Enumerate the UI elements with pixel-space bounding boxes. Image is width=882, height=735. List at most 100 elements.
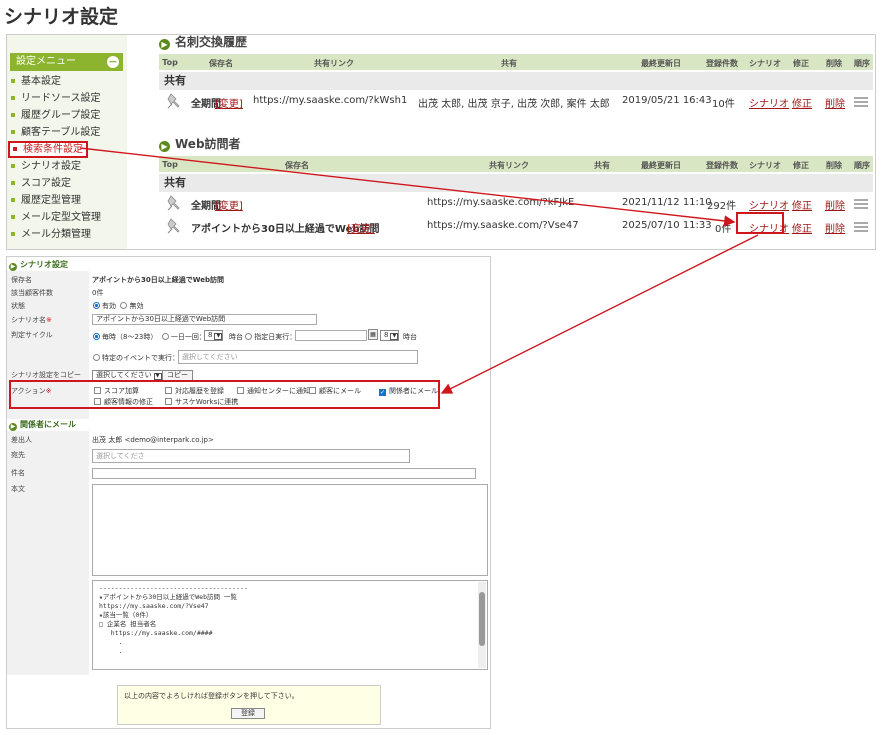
arrow-circle-icon: ▶ — [159, 141, 170, 152]
cycle-hourly-radio[interactable] — [93, 333, 100, 340]
settings-sidebar: 設定メニュー − 基本設定 リードソース設定 履歴グループ設定 顧客テーブル設定… — [7, 35, 127, 249]
sidebar-item-scenario[interactable]: シナリオ設定 — [11, 160, 81, 174]
settings-menu-header-label: 設定メニュー — [16, 56, 76, 67]
web-visitors-group: 共有 — [159, 174, 873, 192]
edit-link[interactable]: 修正 — [792, 220, 812, 235]
to-label: 宛先 — [11, 451, 25, 459]
from-label: 差出人 — [11, 436, 32, 444]
updated-date: 2019/05/21 16:43 — [622, 95, 712, 106]
checkbox-checked-icon[interactable]: ✓ — [379, 389, 386, 396]
pin-icon[interactable] — [167, 218, 181, 234]
scenario-link[interactable]: シナリオ — [749, 95, 789, 110]
scrollbar-thumb[interactable] — [479, 592, 485, 646]
bullet-icon — [11, 181, 15, 185]
pin-icon[interactable] — [167, 195, 181, 211]
card-history-header: Top 保存名 共有リンク 共有 最終更新日 登録件数 シナリオ 修正 削除 順… — [159, 54, 873, 70]
bullet-icon — [11, 198, 15, 202]
event-select-input[interactable]: 選択してください — [178, 350, 418, 364]
sidebar-item-search-conditions[interactable]: 検索条件設定 — [8, 141, 88, 158]
cycle-specified-radio[interactable] — [245, 333, 253, 340]
calendar-icon[interactable]: ▦ — [368, 329, 378, 340]
subject-label: 件名 — [11, 469, 25, 477]
body-label: 本文 — [11, 485, 25, 493]
share-link[interactable]: https://my.saaske.com/?kFJkE — [427, 197, 574, 208]
drag-handle-icon[interactable] — [854, 222, 868, 232]
arrow-circle-icon: ▶ — [9, 263, 17, 271]
sidebar-item-mail-category[interactable]: メール分類管理 — [11, 228, 91, 242]
checkbox[interactable] — [94, 398, 101, 405]
bullet-icon — [11, 164, 15, 168]
pin-icon[interactable] — [167, 93, 181, 109]
scenario-name-input[interactable]: アポイントから30日以上経過でWeb訪問 — [92, 314, 317, 325]
preview-scrollbar[interactable] — [478, 582, 486, 668]
change-link[interactable]: [変更] — [215, 197, 243, 212]
checkbox[interactable] — [94, 387, 101, 394]
table-row: 全期間 [変更] https://my.saaske.com/?kFJkE 20… — [159, 192, 873, 214]
share-link[interactable]: https://my.saaske.com/?Vse47 — [427, 220, 579, 231]
mail-section-title: ▶ 関係者にメール — [9, 420, 76, 431]
checkbox[interactable] — [309, 387, 316, 394]
edit-link[interactable]: 修正 — [792, 95, 812, 110]
action-option[interactable]: 顧客情報の修正 — [94, 397, 153, 407]
chevron-down-icon: ▼ — [390, 333, 399, 340]
sidebar-item-score[interactable]: スコア設定 — [11, 177, 71, 191]
status-active-radio[interactable] — [93, 302, 100, 309]
action-option-checked[interactable]: ✓ 関係者にメール — [379, 386, 438, 396]
updated-date: 2021/11/12 11:10 — [622, 197, 712, 208]
chevron-down-icon: ▼ — [214, 333, 223, 340]
sidebar-item-mail-template[interactable]: メール定型文管理 — [11, 211, 101, 225]
status-options: 有効 無効 — [93, 301, 143, 311]
sidebar-item-basic-settings[interactable]: 基本設定 — [11, 75, 61, 89]
body-textarea[interactable] — [92, 484, 488, 576]
page-title: シナリオ設定 — [4, 6, 119, 28]
status-inactive-radio[interactable] — [120, 302, 128, 309]
collapse-icon[interactable]: − — [107, 56, 119, 68]
bullet-icon — [11, 79, 15, 83]
checkbox[interactable] — [165, 398, 172, 405]
bullet-icon — [11, 215, 15, 219]
drag-handle-icon[interactable] — [854, 97, 868, 107]
change-link[interactable]: [変更] — [347, 220, 375, 235]
cycle-event-option: 特定のイベントで実行： — [93, 353, 179, 363]
cycle-options: 毎時（8〜23時） 一日一回： — [93, 332, 206, 342]
settings-menu-header[interactable]: 設定メニュー − — [10, 53, 123, 71]
edit-link[interactable]: 修正 — [792, 197, 812, 212]
to-input[interactable]: 選択してくださ — [92, 449, 410, 463]
action-option[interactable]: サスケWorksに連携 — [165, 397, 238, 407]
sidebar-item-history-template[interactable]: 履歴定型管理 — [11, 194, 81, 208]
confirm-notice-text: 以上の内容でよろしければ登録ボタンを押して下さい。 — [124, 692, 299, 700]
share-link[interactable]: https://my.saaske.com/?kWsh1 — [253, 95, 407, 106]
sidebar-item-history-group[interactable]: 履歴グループ設定 — [11, 109, 100, 123]
specified-hour-select[interactable]: 8 ▼ — [380, 330, 400, 341]
change-link[interactable]: [変更] — [215, 95, 243, 110]
drag-handle-icon[interactable] — [854, 199, 868, 209]
card-history-title: ▶ 名刺交換履歴 — [159, 33, 247, 50]
delete-link[interactable]: 削除 — [825, 197, 845, 212]
cycle-specified-options: 時台 指定日実行： — [229, 333, 297, 341]
delete-link[interactable]: 削除 — [825, 95, 845, 110]
specified-date-input[interactable] — [295, 330, 367, 341]
scenario-settings-title: ▶ シナリオ設定 — [9, 260, 68, 271]
scenario-link[interactable]: シナリオ — [749, 197, 789, 212]
scenario-highlight-box — [736, 212, 784, 234]
checkbox[interactable] — [165, 387, 172, 394]
cycle-label: 判定サイクル — [11, 331, 53, 339]
action-option[interactable]: スコア加算 — [94, 386, 139, 396]
action-option[interactable]: 対応履歴を登録 — [165, 386, 224, 396]
action-option[interactable]: 通知センターに通知 — [237, 386, 310, 396]
sidebar-item-lead-source[interactable]: リードソース設定 — [11, 92, 101, 106]
bullet-icon — [11, 113, 15, 117]
scenario-name-label: シナリオ名※ — [11, 316, 52, 324]
delete-link[interactable]: 削除 — [825, 220, 845, 235]
submit-button[interactable]: 登録 — [231, 708, 265, 719]
cycle-event-radio[interactable] — [93, 354, 100, 361]
matching-count-label: 該当顧客件数 — [11, 289, 53, 297]
table-row: 全期間 [変更] https://my.saaske.com/?kWsh1 出茂… — [159, 90, 873, 112]
cycle-daily-radio[interactable] — [161, 333, 169, 340]
action-option[interactable]: 顧客にメール — [309, 386, 361, 396]
daily-hour-select[interactable]: 8 ▼ — [204, 330, 224, 341]
checkbox[interactable] — [237, 387, 244, 394]
copy-settings-label: シナリオ設定をコピー — [11, 371, 81, 379]
subject-input[interactable] — [92, 468, 476, 479]
sidebar-item-customer-table[interactable]: 顧客テーブル設定 — [11, 126, 100, 140]
